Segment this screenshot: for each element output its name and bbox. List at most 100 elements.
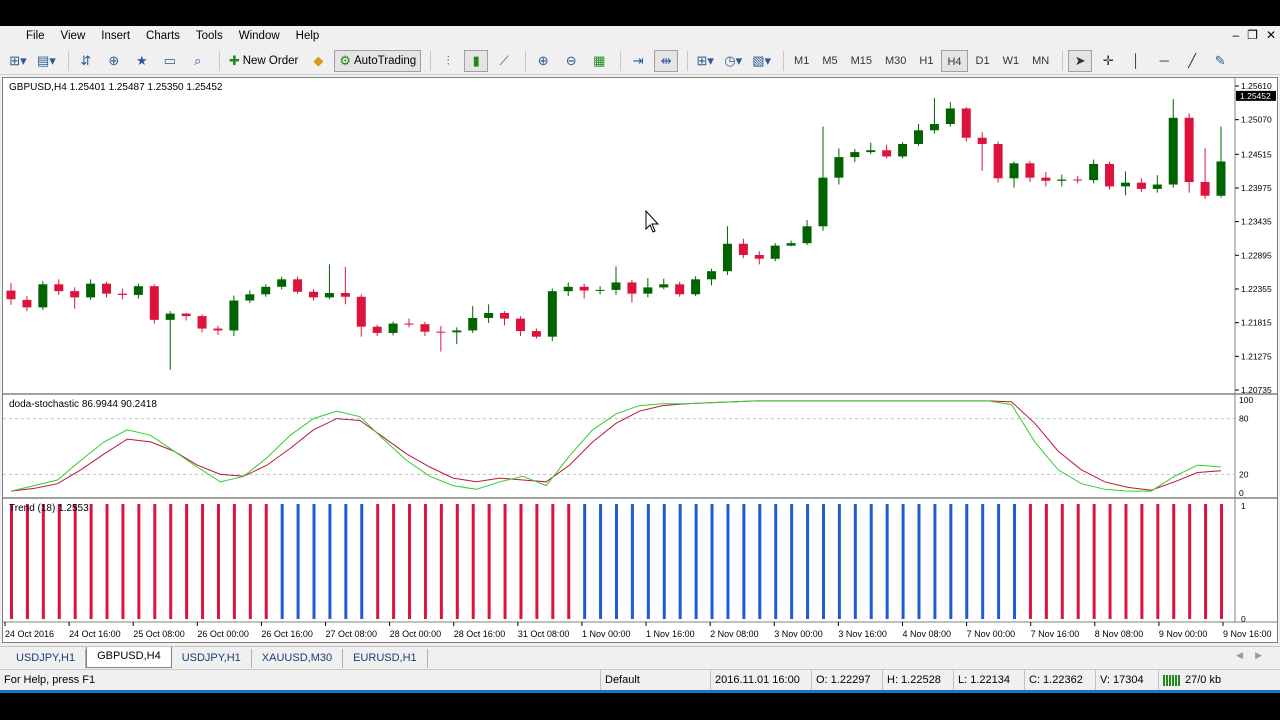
cursor-tool-button[interactable]: ➤	[1068, 49, 1093, 72]
close-icon[interactable]: ✕	[1266, 28, 1276, 42]
crosshair-icon: ✛	[1102, 52, 1114, 68]
trend-bar	[646, 504, 650, 619]
data-window-button[interactable]: ⊕	[102, 50, 126, 72]
bar-chart-button[interactable]: ⫶	[436, 50, 460, 72]
menu-charts[interactable]: Charts	[138, 26, 188, 46]
restore-icon[interactable]: ❐	[1247, 28, 1258, 42]
trend-bar	[376, 504, 380, 619]
terminal-button[interactable]: ▭	[158, 50, 182, 72]
objects-button[interactable]: ✎	[1208, 50, 1232, 72]
chart-window[interactable]: 1.25610 1.25070 1.24515 1.23975 1.23435 1.228…	[2, 77, 1278, 643]
timeframe-m15[interactable]: M15	[846, 50, 877, 72]
indicators-button[interactable]: ⊞▾	[693, 50, 717, 72]
vertical-line-button[interactable]: │	[1124, 50, 1148, 72]
strategy-tester-button[interactable]: ⌕	[186, 50, 210, 72]
templates-button[interactable]: ▧▾	[749, 50, 774, 72]
menu-file[interactable]: File	[0, 26, 53, 46]
candle-body	[945, 108, 955, 125]
chart-canvas[interactable]: 1.25610 1.25070 1.24515 1.23975 1.23435 1.228…	[3, 78, 1277, 642]
menu-tools[interactable]: Tools	[188, 26, 231, 46]
timeframe-w1[interactable]: W1	[998, 50, 1025, 72]
tile-windows-button[interactable]: ▦	[587, 50, 611, 72]
diamond-icon: ◆	[313, 52, 324, 68]
time-tick-label: 4 Nov 08:00	[902, 629, 951, 639]
menu-window[interactable]: Window	[231, 26, 288, 46]
trend-bar	[1060, 504, 1064, 619]
tab-left-icon[interactable]: ◀	[1236, 650, 1255, 660]
new-chart-button[interactable]: ⊞▾	[6, 50, 30, 72]
timeframe-d1[interactable]: D1	[971, 50, 995, 72]
timeframe-m30[interactable]: M30	[880, 50, 911, 72]
autoscroll-button[interactable]: ⇥	[626, 50, 650, 72]
status-close: C: 1.22362	[1024, 670, 1094, 691]
trend-bar	[1124, 504, 1128, 619]
main-toolbar: ⊞▾ ▤▾ ⇵ ⊕ ★ ▭ ⌕ ✚ New Order ◆ ⚙ AutoTradin…	[0, 47, 1280, 75]
pane-separators	[3, 78, 1277, 623]
tab-eurusd-h1[interactable]: EURUSD,H1	[343, 649, 428, 668]
trend-bar	[1172, 504, 1176, 619]
timeframe-m1[interactable]: M1	[789, 50, 814, 72]
tab-gbpusd-h4[interactable]: GBPUSD,H4	[86, 647, 172, 668]
menu-help[interactable]: Help	[288, 26, 328, 46]
trend-bar	[949, 504, 953, 619]
candle-body	[149, 286, 159, 320]
profiles-button[interactable]: ▤▾	[34, 50, 59, 72]
periods-button[interactable]: ◷▾	[721, 50, 745, 72]
trend-bar	[790, 504, 794, 619]
trendline-button[interactable]: ╱	[1180, 50, 1204, 72]
toolbar-separator	[525, 50, 527, 71]
trend-bar	[981, 504, 985, 619]
stochastic-pane: 100 80 20 0	[3, 395, 1253, 498]
timeframe-h1[interactable]: H1	[914, 50, 938, 72]
metaeditor-button[interactable]: ◆	[306, 50, 330, 72]
trend-bar	[169, 504, 173, 619]
navigator-button[interactable]: ★	[130, 50, 154, 72]
candles-layer	[6, 97, 1226, 370]
trend-bar	[997, 504, 1001, 619]
trend-bar	[264, 504, 268, 619]
line-chart-button[interactable]: ⟋	[492, 50, 516, 72]
chart-shift-button[interactable]: ⇹	[654, 49, 679, 72]
candle-body	[372, 326, 382, 333]
candle-body	[86, 283, 96, 298]
horizontal-line-button[interactable]: ─	[1152, 50, 1176, 72]
new-order-icon: ✚	[228, 52, 240, 68]
crosshair-tool-button[interactable]: ✛	[1096, 50, 1120, 72]
candle-body	[914, 130, 923, 144]
zoom-out-button[interactable]: ⊖	[559, 50, 583, 72]
trend-bar	[821, 504, 825, 619]
trend-bar	[296, 504, 300, 619]
candle-body	[531, 331, 541, 337]
tab-xauusd-m30[interactable]: XAUUSD,M30	[252, 649, 344, 668]
timeframe-h4[interactable]: H4	[941, 49, 968, 72]
time-tick-label: 31 Oct 08:00	[518, 629, 570, 639]
candlestick-button[interactable]: ▮	[464, 49, 489, 72]
trend-bar	[137, 504, 141, 619]
menu-view[interactable]: View	[53, 26, 94, 46]
line-chart-icon: ⟋	[499, 52, 509, 68]
tab-usdjpy-h1-2[interactable]: USDJPY,H1	[172, 649, 252, 668]
tab-usdjpy-h1[interactable]: USDJPY,H1	[6, 649, 87, 668]
stochastic-main-line	[10, 400, 1222, 492]
minimize-icon[interactable]: –	[1232, 28, 1239, 42]
tab-right-icon[interactable]: ▶	[1255, 650, 1274, 660]
trend-bar	[774, 504, 778, 619]
status-volume: V: 17304	[1095, 670, 1157, 691]
candle-body	[1041, 177, 1051, 181]
candle-body	[261, 286, 271, 295]
trend-bar	[10, 504, 13, 619]
new-order-button[interactable]: ✚ New Order	[225, 50, 303, 72]
timeframe-mn[interactable]: MN	[1027, 50, 1054, 72]
toolbar-separator	[430, 50, 432, 71]
trend-bar	[328, 504, 332, 619]
trend-level-label: 1	[1241, 501, 1246, 511]
profiles-icon: ▤▾	[37, 52, 56, 68]
zoom-in-button[interactable]: ⊕	[531, 50, 555, 72]
time-tick-label: 8 Nov 08:00	[1095, 629, 1144, 639]
candle-body	[340, 293, 350, 297]
candle-body	[245, 294, 255, 301]
menu-insert[interactable]: Insert	[93, 26, 138, 46]
market-watch-button[interactable]: ⇵	[74, 50, 98, 72]
timeframe-m5[interactable]: M5	[817, 50, 842, 72]
autotrading-button[interactable]: ⚙ AutoTrading	[334, 49, 422, 72]
